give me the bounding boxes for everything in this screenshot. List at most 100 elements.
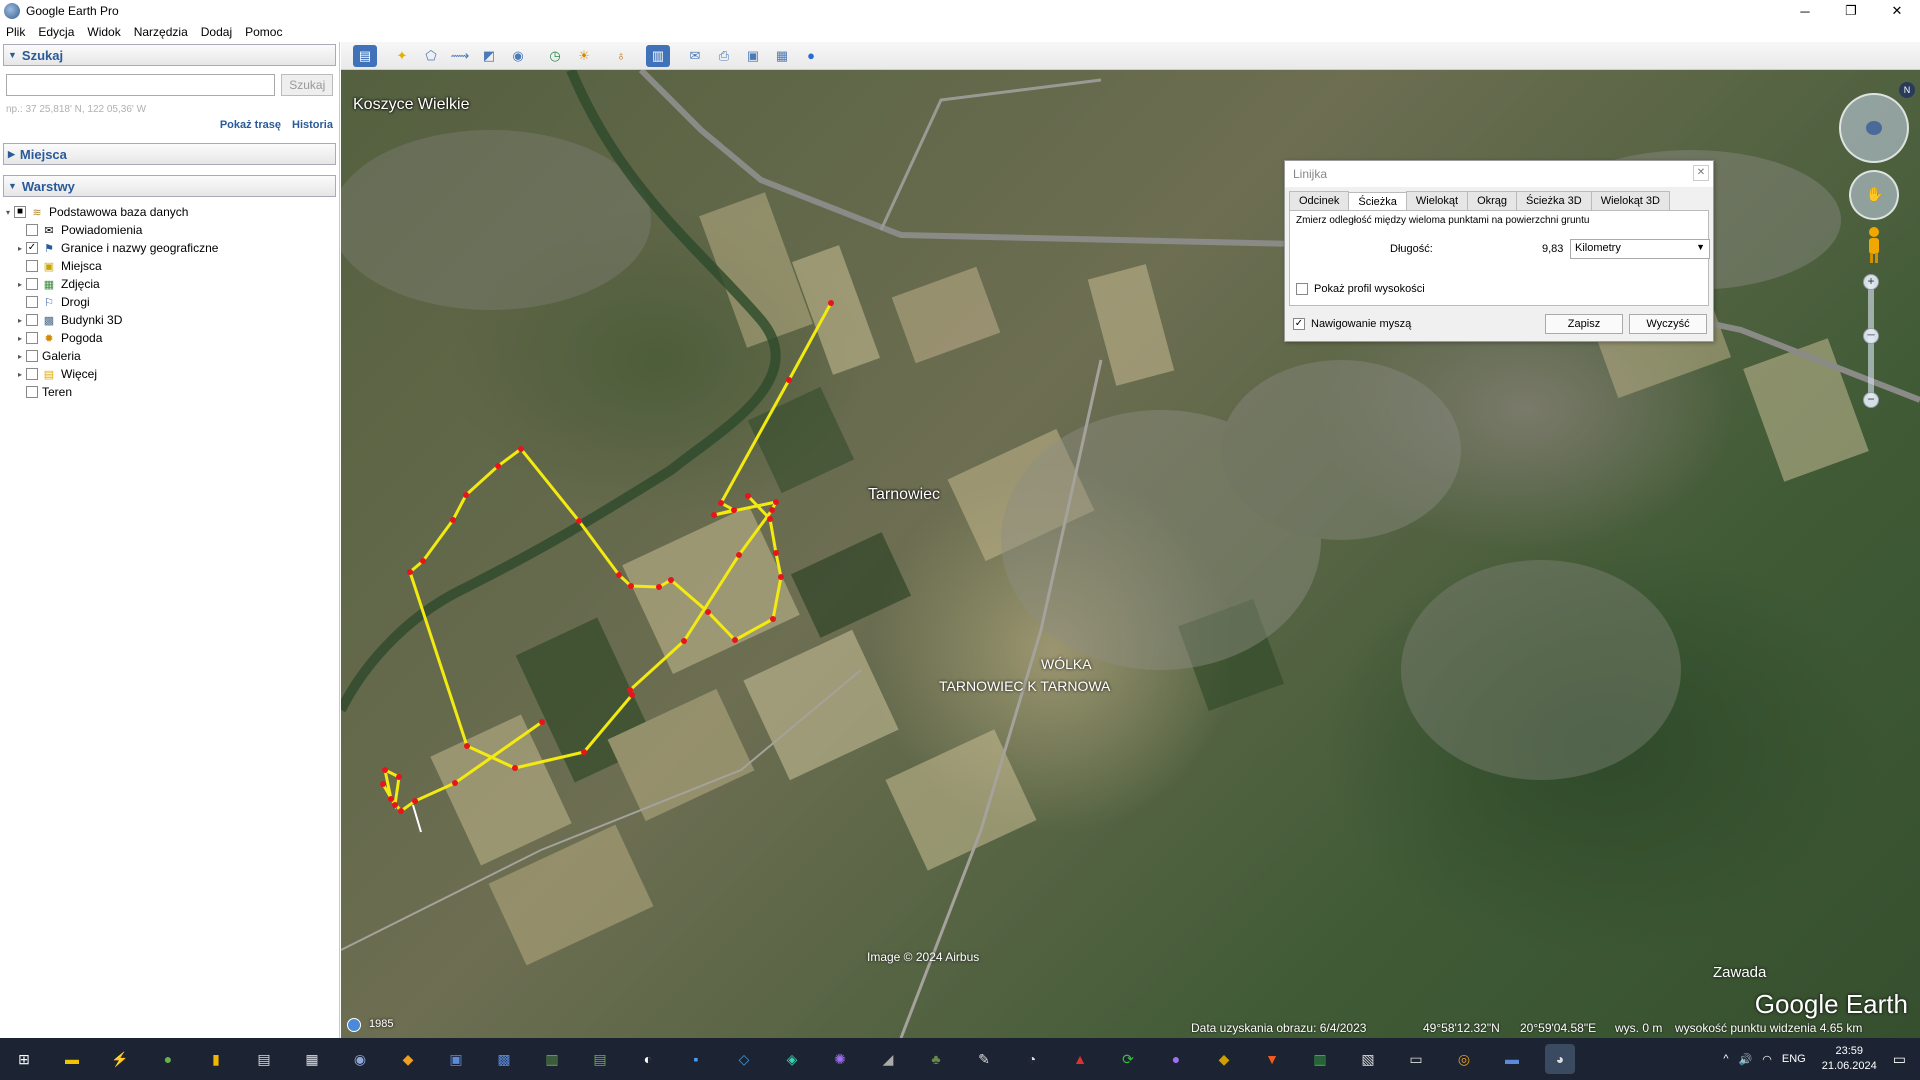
- layer-checkbox[interactable]: [26, 260, 38, 272]
- menu-tools[interactable]: Narzędzia: [134, 25, 188, 39]
- layer-checkbox[interactable]: ✓: [26, 242, 38, 254]
- layer-checkbox[interactable]: [26, 278, 38, 290]
- mouse-navigation-checkbox[interactable]: ✓: [1293, 318, 1305, 330]
- layers-panel-header[interactable]: ▼ Warstwy: [3, 175, 336, 197]
- app-icon[interactable]: ▧: [1353, 1044, 1383, 1074]
- clear-button[interactable]: Wyczyść: [1629, 314, 1707, 334]
- tab-polygon[interactable]: Wielokąt: [1405, 191, 1469, 210]
- app-icon[interactable]: ♣: [921, 1044, 951, 1074]
- layer-item-borders[interactable]: ▸ ✓ ⚑ Granice i nazwy geograficzne: [2, 239, 339, 257]
- app-icon[interactable]: ✺: [825, 1044, 855, 1074]
- app-icon[interactable]: ◆: [1209, 1044, 1239, 1074]
- elevation-profile-option[interactable]: Pokaż profil wysokości: [1296, 283, 1425, 295]
- tool-icon[interactable]: ⚡: [105, 1044, 135, 1074]
- app-icon[interactable]: ◢: [873, 1044, 903, 1074]
- layer-checkbox[interactable]: [26, 332, 38, 344]
- print-icon[interactable]: ⎙: [712, 45, 736, 67]
- save-image-icon[interactable]: ▣: [741, 45, 765, 67]
- github-icon[interactable]: ●: [1161, 1044, 1191, 1074]
- app-icon[interactable]: ▩: [489, 1044, 519, 1074]
- overlay-icon[interactable]: ◩: [477, 45, 501, 67]
- historical-imagery-icon[interactable]: ◷: [543, 45, 567, 67]
- app-icon[interactable]: ◐: [633, 1044, 663, 1074]
- menu-view[interactable]: Widok: [87, 25, 120, 39]
- app-icon[interactable]: ◆: [393, 1044, 423, 1074]
- layer-checkbox[interactable]: ■: [14, 206, 26, 218]
- document-icon[interactable]: ▤: [249, 1044, 279, 1074]
- search-button[interactable]: Szukaj: [281, 74, 333, 96]
- tab-line[interactable]: Odcinek: [1289, 191, 1350, 210]
- layer-checkbox[interactable]: [26, 314, 38, 326]
- ruler-close-button[interactable]: ✕: [1693, 165, 1709, 181]
- layer-item-primary-database[interactable]: ▾ ■ ≋ Podstawowa baza danych: [2, 203, 339, 221]
- expander-icon[interactable]: ▾: [2, 208, 14, 217]
- brave-icon[interactable]: ▼: [1257, 1044, 1287, 1074]
- layer-item-gallery[interactable]: ▸ Galeria: [2, 347, 339, 365]
- path-icon[interactable]: ⟿: [448, 45, 472, 67]
- unit-select[interactable]: Kilometry ▼: [1570, 239, 1710, 259]
- windows-start-icon[interactable]: ⊞: [9, 1044, 39, 1074]
- layer-checkbox[interactable]: [26, 350, 38, 362]
- app-icon[interactable]: ▤: [585, 1044, 615, 1074]
- move-control[interactable]: ✋: [1849, 170, 1899, 220]
- calendar-icon[interactable]: ▦: [297, 1044, 327, 1074]
- spreadsheet-icon[interactable]: ▥: [537, 1044, 567, 1074]
- terminal-icon[interactable]: ▭: [1401, 1044, 1431, 1074]
- tray-overflow-icon[interactable]: ^: [1723, 1053, 1728, 1065]
- menu-add[interactable]: Dodaj: [201, 25, 232, 39]
- pdf-icon[interactable]: ▲: [1065, 1044, 1095, 1074]
- app-icon[interactable]: ◔: [1017, 1044, 1047, 1074]
- menu-edit[interactable]: Edycja: [38, 25, 74, 39]
- layer-item-roads[interactable]: ⚐ Drogi: [2, 293, 339, 311]
- ruler-icon[interactable]: ▥: [646, 44, 670, 67]
- layer-item-terrain[interactable]: Teren: [2, 383, 339, 401]
- tab-3d-polygon[interactable]: Wielokąt 3D: [1590, 191, 1670, 210]
- search-panel-header[interactable]: ▼ Szukaj: [3, 44, 336, 66]
- layer-checkbox[interactable]: [26, 296, 38, 308]
- google-maps-icon[interactable]: ▦: [770, 45, 794, 67]
- sync-icon[interactable]: ⟳: [1113, 1044, 1143, 1074]
- sidebar-toggle-icon[interactable]: ▤: [353, 44, 377, 67]
- speaker-icon[interactable]: 🔊: [1739, 1053, 1753, 1066]
- tab-3d-path[interactable]: Ścieżka 3D: [1516, 191, 1592, 210]
- app-icon[interactable]: ◈: [777, 1044, 807, 1074]
- expander-icon[interactable]: ▸: [14, 352, 26, 361]
- elevation-profile-checkbox[interactable]: [1296, 283, 1308, 295]
- zoom-out-button[interactable]: −: [1863, 392, 1879, 408]
- show-route-link[interactable]: Pokaż trasę: [220, 119, 281, 131]
- email-icon[interactable]: ✉: [683, 45, 707, 67]
- layer-item-3d-buildings[interactable]: ▸ ▩ Budynki 3D: [2, 311, 339, 329]
- expander-icon[interactable]: ▸: [14, 334, 26, 343]
- zoom-in-button[interactable]: +: [1863, 274, 1879, 290]
- clock[interactable]: 23:59 21.06.2024: [1822, 1044, 1877, 1074]
- remote-desktop-icon[interactable]: ▬: [1497, 1044, 1527, 1074]
- history-link[interactable]: Historia: [292, 119, 333, 131]
- app-icon[interactable]: ●: [153, 1044, 183, 1074]
- menu-file[interactable]: Plik: [6, 25, 25, 39]
- north-compass-icon[interactable]: N: [1899, 82, 1915, 98]
- layer-item-more[interactable]: ▸ ▤ Więcej: [2, 365, 339, 383]
- expander-icon[interactable]: ▸: [14, 316, 26, 325]
- places-panel-header[interactable]: ▶ Miejsca: [3, 143, 336, 165]
- layer-item-weather[interactable]: ▸ ✹ Pogoda: [2, 329, 339, 347]
- wifi-icon[interactable]: ◠: [1762, 1053, 1772, 1066]
- planets-icon[interactable]: ♁: [609, 45, 633, 67]
- ruler-titlebar[interactable]: Linijka ✕: [1285, 161, 1713, 187]
- zoom-slider-thumb[interactable]: ─: [1863, 328, 1879, 344]
- layer-item-photos[interactable]: ▸ ▦ Zdjęcia: [2, 275, 339, 293]
- layer-checkbox[interactable]: [26, 368, 38, 380]
- language-indicator[interactable]: ENG: [1782, 1053, 1806, 1065]
- save-button[interactable]: Zapisz: [1545, 314, 1623, 334]
- tab-circle[interactable]: Okrąg: [1467, 191, 1518, 210]
- layer-checkbox[interactable]: [26, 386, 38, 398]
- notes-icon[interactable]: ▮: [201, 1044, 231, 1074]
- polygon-icon[interactable]: ⬠: [419, 45, 443, 67]
- expander-icon[interactable]: ▸: [14, 280, 26, 289]
- app-icon[interactable]: ▪: [681, 1044, 711, 1074]
- minimize-button[interactable]: ─: [1782, 0, 1828, 22]
- street-view-pegman-icon[interactable]: [1865, 226, 1883, 264]
- app-icon[interactable]: ✎: [969, 1044, 999, 1074]
- tab-path[interactable]: Ścieżka: [1348, 192, 1407, 211]
- layer-item-places[interactable]: ▣ Miejsca: [2, 257, 339, 275]
- layer-item-notifications[interactable]: ✉ Powiadomienia: [2, 221, 339, 239]
